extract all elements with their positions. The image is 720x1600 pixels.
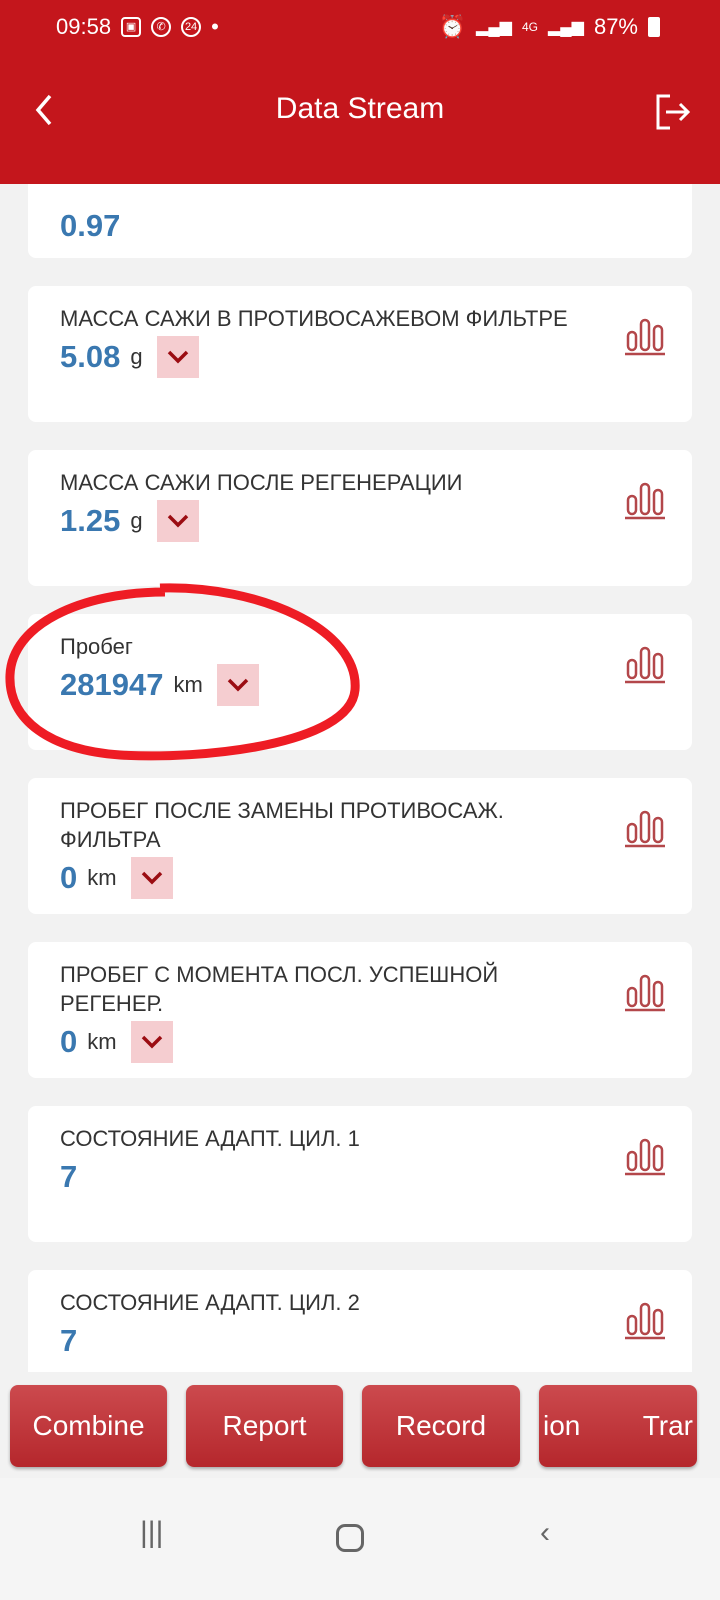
item-label: МАССА САЖИ В ПРОТИВОСАЖЕВОМ ФИЛЬТРЕ <box>60 306 568 331</box>
dropdown-button[interactable] <box>156 500 199 542</box>
dropdown-button[interactable] <box>216 664 259 706</box>
item-label: МАССА САЖИ ПОСЛЕ РЕГЕНЕРАЦИИ <box>60 470 463 495</box>
item-value: 281947 <box>60 667 164 702</box>
data-stream-list[interactable]: 0.97 МАССА САЖИ В ПРОТИВОСАЖЕВОМ ФИЛЬТРЕ 5… <box>0 184 720 1372</box>
item-unit: km <box>173 672 203 697</box>
data-item-card: ПРОБЕГ ПОСЛЕ ЗАМЕНЫ ПРОТИВОСАЖ. ФИЛЬТРА 0… <box>28 778 692 914</box>
item-label: ПРОБЕГ ПОСЛЕ ЗАМЕНЫ ПРОТИВОСАЖ. ФИЛЬТРА <box>60 798 504 852</box>
item-value: 1.25 <box>60 503 121 538</box>
item-value: 5.08 <box>60 339 121 374</box>
chart-icon[interactable] <box>624 972 666 1012</box>
status-time: 09:58 <box>56 14 112 39</box>
viber-icon: ✆ <box>151 17 172 37</box>
item-value: 7 <box>60 1159 78 1194</box>
item-unit: g <box>130 508 143 533</box>
data-item-card: ПРОБЕГ С МОМЕНТА ПОСЛ. УСПЕШНОЙ РЕГЕНЕР.… <box>28 942 692 1078</box>
network-type: 4G <box>521 20 538 34</box>
item-label: СОСТОЯНИЕ АДАПТ. ЦИЛ. 1 <box>60 1126 360 1151</box>
data-item-card: 0.97 <box>28 184 692 258</box>
battery-icon <box>648 17 660 37</box>
data-item-card: СОСТОЯНИЕ АДАПТ. ЦИЛ. 2 7 <box>28 1270 692 1372</box>
report-button[interactable]: Report <box>186 1385 343 1467</box>
dropdown-button[interactable] <box>130 1021 173 1063</box>
notification-24-icon: 24 <box>181 17 202 37</box>
item-unit: km <box>87 1029 117 1054</box>
chevron-down-icon <box>167 350 188 364</box>
bottom-toolbar: Combine Report Record ion Trar <box>0 1372 720 1478</box>
data-item-card: МАССА САЖИ ПОСЛЕ РЕГЕНЕРАЦИИ 1.25 g <box>28 450 692 586</box>
button-text-left: ion <box>543 1410 581 1441</box>
item-value: 0 <box>60 860 78 895</box>
signal-icon-2: ▂▄▆ <box>548 19 584 36</box>
gallery-icon: ▣ <box>121 17 142 37</box>
chevron-down-icon <box>227 678 249 692</box>
chart-icon[interactable] <box>624 480 666 520</box>
more-button[interactable]: ion Trar <box>539 1385 697 1467</box>
page-title: Data Stream <box>275 92 445 125</box>
item-label: Пробег <box>60 634 133 659</box>
back-nav-icon[interactable]: ‹ <box>540 1516 550 1550</box>
record-button[interactable]: Record <box>362 1385 520 1467</box>
battery-percent: 87% <box>593 14 638 39</box>
status-bar: 09:58 ▣ ✆ 24 • ⏰ ▂▄▆ 4G ▂▄▆ 87% <box>56 12 660 42</box>
data-item-card: МАССА САЖИ В ПРОТИВОСАЖЕВОМ ФИЛЬТРЕ 5.08 g <box>28 286 692 422</box>
chart-icon[interactable] <box>624 316 666 356</box>
item-value: 7 <box>60 1323 78 1358</box>
chevron-down-icon <box>167 514 188 528</box>
item-value: 0 <box>60 1024 78 1059</box>
item-unit: km <box>87 865 117 890</box>
chart-icon[interactable] <box>624 644 666 684</box>
item-label: СОСТОЯНИЕ АДАПТ. ЦИЛ. 2 <box>60 1290 360 1315</box>
recent-apps-icon[interactable]: ||| <box>140 1516 163 1550</box>
chevron-down-icon <box>141 871 162 885</box>
system-nav-bar: ||| ‹ <box>0 1478 720 1600</box>
exit-button[interactable] <box>652 92 692 132</box>
dropdown-button[interactable] <box>130 857 173 899</box>
chart-icon[interactable] <box>624 808 666 848</box>
app-header: 09:58 ▣ ✆ 24 • ⏰ ▂▄▆ 4G ▂▄▆ 87% Data Str… <box>0 0 720 184</box>
button-text-right: Trar <box>642 1410 693 1441</box>
data-item-card: Пробег 281947 km <box>28 614 692 750</box>
chart-icon[interactable] <box>624 1300 666 1340</box>
home-icon[interactable] <box>336 1524 364 1552</box>
chevron-down-icon <box>141 1035 162 1049</box>
chart-icon[interactable] <box>624 1136 666 1176</box>
signal-icon: ▂▄▆ <box>476 19 512 36</box>
item-unit: g <box>130 344 143 369</box>
item-label: ПРОБЕГ С МОМЕНТА ПОСЛ. УСПЕШНОЙ РЕГЕНЕР. <box>60 962 499 1016</box>
item-value: 0.97 <box>60 208 121 243</box>
combine-button[interactable]: Combine <box>10 1385 167 1467</box>
data-item-card: СОСТОЯНИЕ АДАПТ. ЦИЛ. 1 7 <box>28 1106 692 1242</box>
dot-icon: • <box>211 14 219 39</box>
dropdown-button[interactable] <box>156 336 199 378</box>
alarm-icon: ⏰ <box>438 14 467 39</box>
